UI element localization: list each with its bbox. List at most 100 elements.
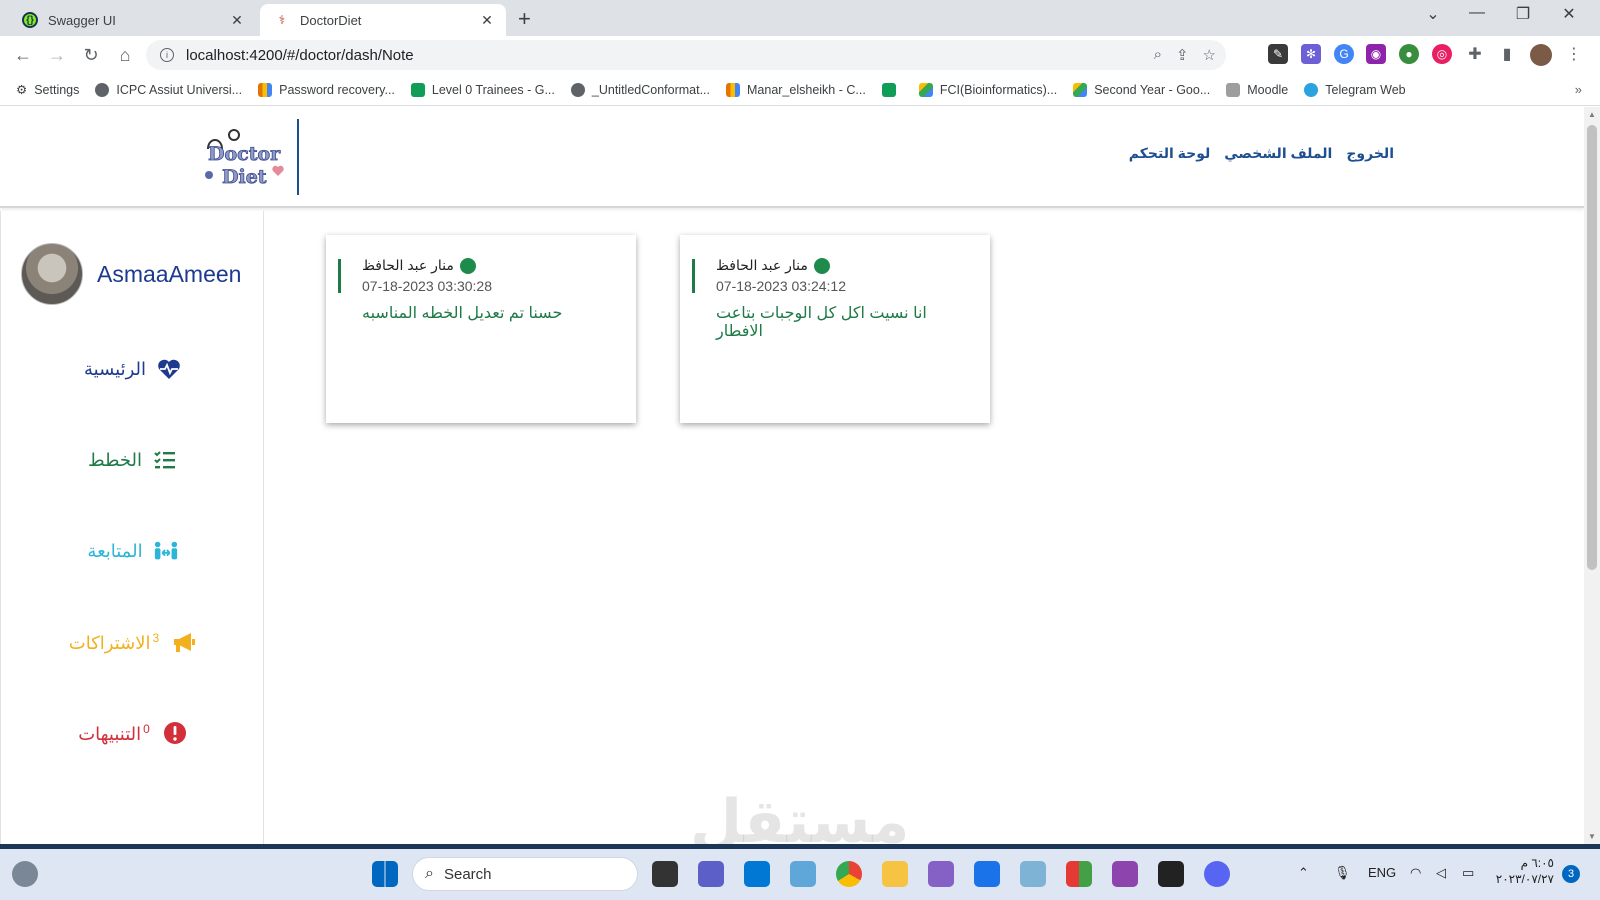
address-bar[interactable]: i localhost:4200/#/doctor/dash/Note ⌕ ⇪ … bbox=[146, 40, 1226, 70]
page-scrollbar[interactable]: ▲ ▼ bbox=[1584, 107, 1600, 844]
visual-studio-icon[interactable] bbox=[928, 861, 954, 887]
analytics-icon bbox=[258, 82, 273, 97]
exclamation-circle-icon bbox=[162, 720, 188, 746]
logout-link[interactable]: الخروج bbox=[1346, 145, 1394, 162]
sidebar-item-subscriptions[interactable]: 3الاشتراكات bbox=[1, 629, 265, 655]
bookmark-item[interactable]: Telegram Web bbox=[1304, 82, 1406, 97]
close-icon[interactable]: ✕ bbox=[478, 12, 496, 29]
note-card[interactable]: منار عبد الحافظ 07-18-2023 03:24:12 انا … bbox=[680, 235, 990, 423]
bookmark-item[interactable]: Manar_elsheikh - C... bbox=[726, 82, 866, 97]
tab-swagger[interactable]: {} Swagger UI ✕ bbox=[8, 4, 256, 36]
teams-chat-icon[interactable] bbox=[698, 861, 724, 887]
search-icon: ⌕ bbox=[425, 865, 434, 882]
wifi-icon[interactable]: ◠ bbox=[1410, 865, 1421, 881]
store-icon[interactable] bbox=[974, 861, 1000, 887]
note-author-name: منار عبد الحافظ bbox=[716, 257, 808, 273]
swagger-icon: {} bbox=[22, 12, 38, 28]
bookmark-item[interactable]: ⚙ Settings bbox=[16, 82, 79, 98]
snip-tool-icon[interactable] bbox=[790, 861, 816, 887]
telegram-icon bbox=[1304, 82, 1319, 97]
alerts-count: 0 bbox=[143, 721, 150, 736]
bookmark-item[interactable]: FCI(Bioinformatics)... bbox=[918, 82, 1057, 97]
clock[interactable]: ٦:٠٥ م ٢٠٢٣/٠٧/٢٧ bbox=[1494, 855, 1554, 887]
vscode-icon[interactable] bbox=[744, 861, 770, 887]
bookmark-item[interactable]: Second Year - Goo... bbox=[1073, 82, 1210, 97]
extension-globe-icon[interactable]: ● bbox=[1399, 44, 1419, 64]
sidebar-item-plans[interactable]: الخطط bbox=[1, 447, 265, 473]
volume-icon[interactable]: ◁ bbox=[1436, 865, 1446, 881]
discord-icon[interactable] bbox=[1204, 861, 1230, 887]
extension-circle-icon[interactable]: ◎ bbox=[1432, 44, 1452, 64]
bookmark-item[interactable]: Level 0 Trainees - G... bbox=[410, 82, 555, 97]
more-menu-icon[interactable]: ⋮ bbox=[1564, 44, 1584, 64]
bookmark-item[interactable]: Moodle bbox=[1226, 82, 1288, 97]
sidebar-item-home[interactable]: الرئيسية bbox=[1, 356, 265, 382]
restore-icon[interactable]: ❐ bbox=[1508, 4, 1538, 24]
zoom-icon[interactable]: ⌕ bbox=[1154, 46, 1162, 64]
sidebar-item-text: 0التنبيهات bbox=[78, 722, 152, 745]
taskbar-search[interactable]: ⌕ Search bbox=[412, 857, 638, 891]
logo-text-doctor: Doctor bbox=[208, 143, 281, 165]
note-accent-bar bbox=[338, 259, 341, 293]
scroll-thumb[interactable] bbox=[1587, 125, 1597, 570]
back-arrow-icon[interactable]: ← bbox=[6, 45, 40, 66]
note-date: 07-18-2023 03:24:12 bbox=[716, 278, 846, 294]
avatar bbox=[21, 243, 83, 305]
chevron-right-icon[interactable]: » bbox=[1575, 82, 1582, 97]
checklist-icon bbox=[152, 447, 178, 473]
bookmark-item[interactable]: Password recovery... bbox=[258, 82, 395, 97]
chrome-icon[interactable] bbox=[836, 861, 862, 887]
bookmark-item[interactable]: ICPC Assiut Universi... bbox=[95, 82, 242, 97]
profile-link[interactable]: الملف الشخصي bbox=[1224, 145, 1332, 162]
extension-purple-icon[interactable]: ◉ bbox=[1366, 44, 1386, 64]
browser-toolbar: ← → ↻ ⌂ i localhost:4200/#/doctor/dash/N… bbox=[0, 36, 1600, 74]
close-icon[interactable]: ✕ bbox=[228, 12, 246, 29]
file-explorer-icon[interactable] bbox=[882, 861, 908, 887]
online-status-icon bbox=[459, 257, 476, 274]
task-view-icon[interactable] bbox=[652, 861, 678, 887]
share-icon[interactable]: ⇪ bbox=[1176, 46, 1189, 64]
clipchamp-icon[interactable] bbox=[1112, 861, 1138, 887]
header-divider bbox=[297, 119, 299, 195]
dashboard-link[interactable]: لوحة التحكم bbox=[1129, 145, 1210, 162]
doctordiet-logo[interactable]: Doctor Diet bbox=[200, 127, 290, 187]
widgets-icon[interactable] bbox=[12, 861, 38, 887]
extension-grammarly-icon[interactable]: G bbox=[1334, 44, 1354, 64]
microphone-icon[interactable]: 🎙 bbox=[1334, 865, 1351, 881]
battery-icon[interactable]: ▭ bbox=[1462, 865, 1474, 881]
extension-pen-icon[interactable]: ✎ bbox=[1268, 44, 1288, 64]
reload-icon[interactable]: ↻ bbox=[74, 45, 108, 66]
site-info-icon[interactable]: i bbox=[160, 48, 174, 62]
sidebar-item-followup[interactable]: المتابعة bbox=[1, 538, 265, 564]
sidebar-item-alerts[interactable]: 0التنبيهات bbox=[1, 720, 265, 746]
chevron-up-icon[interactable]: ⌃ bbox=[1298, 865, 1309, 881]
page-viewport: Doctor Diet الخروج الملف الشخصي لوحة الت… bbox=[0, 107, 1584, 844]
bookmark-star-icon[interactable]: ☆ bbox=[1203, 46, 1216, 64]
user-profile[interactable]: AsmaaAmeen bbox=[21, 243, 241, 305]
tab-search-chevron-icon[interactable]: ⌄ bbox=[1418, 4, 1448, 24]
moodle-icon bbox=[1226, 82, 1241, 97]
subscriptions-count: 3 bbox=[152, 630, 160, 645]
window-close-icon[interactable]: ✕ bbox=[1554, 4, 1584, 24]
office-icon[interactable] bbox=[1066, 861, 1092, 887]
note-card[interactable]: منار عبد الحافظ 07-18-2023 03:30:28 حسنا… bbox=[326, 235, 636, 423]
new-tab-icon[interactable]: + bbox=[518, 6, 531, 32]
scroll-down-icon[interactable]: ▼ bbox=[1588, 832, 1596, 841]
extensions-puzzle-icon[interactable]: ✚ bbox=[1465, 44, 1485, 64]
notification-badge[interactable]: 3 bbox=[1562, 865, 1580, 883]
bookmark-item[interactable] bbox=[881, 82, 903, 97]
input-language[interactable]: ENG bbox=[1368, 865, 1396, 880]
minimize-icon[interactable]: — bbox=[1462, 4, 1492, 22]
terminal-icon[interactable] bbox=[1158, 861, 1184, 887]
sidebar-item-label: الاشتراكات bbox=[68, 632, 151, 653]
bookmark-item[interactable]: _UntitledConformat... bbox=[570, 82, 710, 97]
paint-icon[interactable] bbox=[1020, 861, 1046, 887]
side-panel-icon[interactable]: ▮ bbox=[1497, 44, 1517, 64]
tab-doctordiet[interactable]: ⚕ DoctorDiet ✕ bbox=[260, 4, 506, 36]
start-windows-icon[interactable] bbox=[372, 861, 398, 887]
profile-avatar-icon[interactable] bbox=[1530, 44, 1552, 66]
extension-snowflake-icon[interactable]: ✻ bbox=[1301, 44, 1321, 64]
forward-arrow-icon[interactable]: → bbox=[40, 45, 74, 66]
scroll-up-icon[interactable]: ▲ bbox=[1588, 110, 1596, 119]
home-icon[interactable]: ⌂ bbox=[108, 45, 142, 66]
